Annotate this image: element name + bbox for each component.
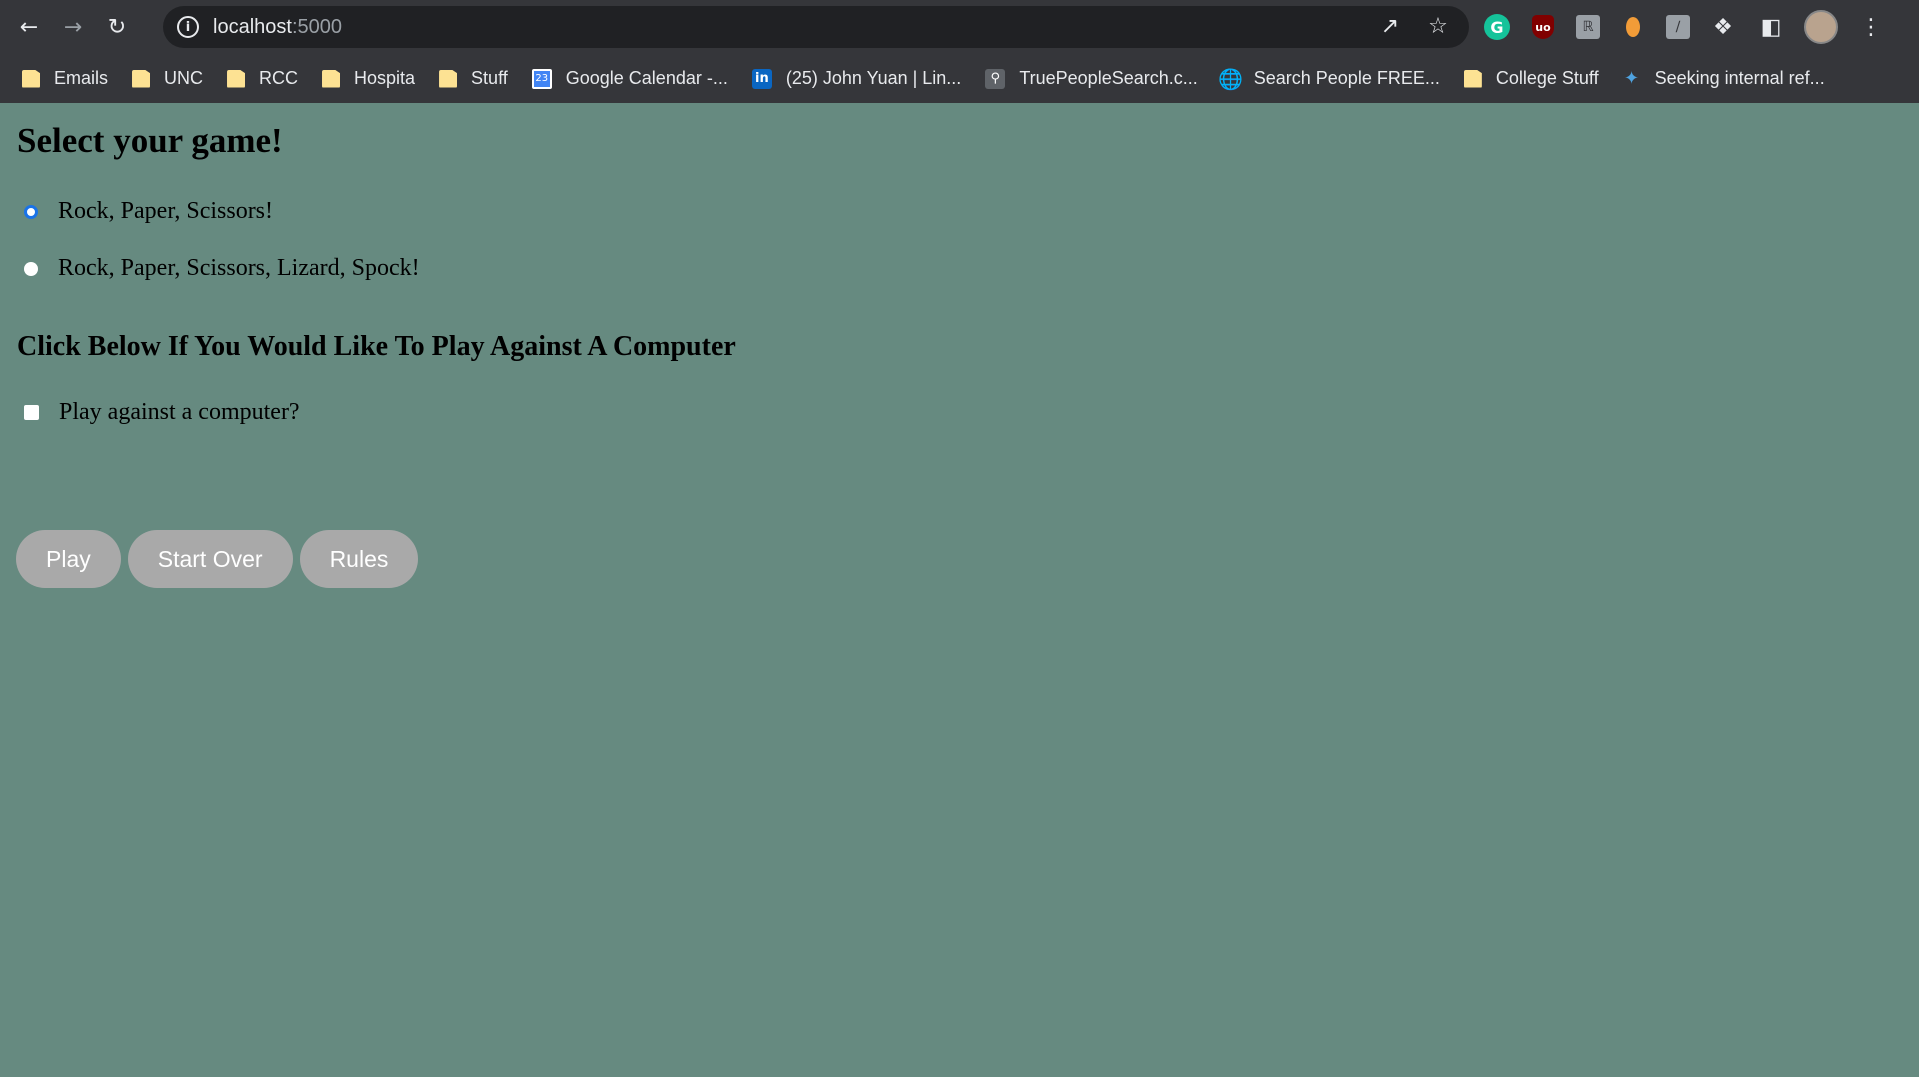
orange-extension-icon[interactable] xyxy=(1618,12,1648,42)
kebab-menu-icon[interactable]: ⋮ xyxy=(1856,12,1886,42)
url-port: :5000 xyxy=(291,15,342,38)
play-button[interactable]: Play xyxy=(16,530,121,588)
bookmark-google-calendar[interactable]: 23 Google Calendar -... xyxy=(531,68,728,89)
browser-chrome: ← → ↻ i localhost:5000 ↗ ☆ G uo ℝ ∕ ❖ ◧ … xyxy=(0,0,1919,103)
extensions-area: G uo ℝ ∕ ❖ ◧ ⋮ xyxy=(1484,10,1886,44)
bookmark-label: TruePeopleSearch.c... xyxy=(1019,68,1198,88)
bookmark-label: Search People FREE... xyxy=(1253,68,1440,88)
folder-icon xyxy=(132,69,151,88)
bookmark-stuff[interactable]: Stuff xyxy=(439,68,508,89)
radio-label: Rock, Paper, Scissors, Lizard, Spock! xyxy=(58,255,420,281)
forward-arrow-icon[interactable]: → xyxy=(58,12,88,42)
bookmark-rcc[interactable]: RCC xyxy=(227,68,298,89)
bookmark-truepeoplesearch[interactable]: ⚲ TruePeopleSearch.c... xyxy=(985,68,1198,89)
folder-icon xyxy=(227,69,246,88)
bookmark-label: (25) John Yuan | Lin... xyxy=(785,68,962,88)
bookmark-label: Seeking internal ref... xyxy=(1654,68,1825,88)
side-panel-icon[interactable]: ◧ xyxy=(1756,12,1786,42)
computer-checkbox[interactable] xyxy=(24,405,39,420)
back-arrow-icon[interactable]: ← xyxy=(14,12,44,42)
browser-toolbar: ← → ↻ i localhost:5000 ↗ ☆ G uo ℝ ∕ ❖ ◧ … xyxy=(0,0,1919,54)
url-host: localhost xyxy=(213,15,292,38)
game-option-rps[interactable]: Rock, Paper, Scissors! xyxy=(24,198,273,225)
search-icon: ⚲ xyxy=(985,68,1006,89)
bookmark-label: Emails xyxy=(54,68,109,88)
reload-icon[interactable]: ↻ xyxy=(102,12,132,42)
game-option-rpsls[interactable]: Rock, Paper, Scissors, Lizard, Spock! xyxy=(24,255,420,282)
bookmark-label: College Stuff xyxy=(1495,68,1599,88)
bookmark-label: RCC xyxy=(259,68,299,88)
bookmark-seeking-internal[interactable]: ✦ Seeking internal ref... xyxy=(1623,68,1825,89)
linkedin-icon: in xyxy=(751,68,772,89)
computer-heading: Click Below If You Would Like To Play Ag… xyxy=(17,331,736,362)
bookmark-star-icon[interactable]: ☆ xyxy=(1425,14,1451,39)
profile-avatar[interactable] xyxy=(1804,10,1838,44)
bird-icon: ✦ xyxy=(1624,68,1640,89)
radio-button[interactable] xyxy=(24,261,38,276)
url-text[interactable]: localhost:5000 xyxy=(213,16,342,39)
bookmark-label: Stuff xyxy=(471,68,508,88)
address-bar[interactable]: i localhost:5000 ↗ ☆ xyxy=(163,6,1469,48)
bookmarks-bar: Emails UNC RCC Hospita Stuff 23 Google Ca… xyxy=(0,54,1919,103)
start-over-button[interactable]: Start Over xyxy=(127,530,293,588)
bookmark-college-stuff[interactable]: College Stuff xyxy=(1463,68,1599,89)
computer-checkbox-row[interactable]: Play against a computer? xyxy=(24,399,300,426)
rules-button[interactable]: Rules xyxy=(299,530,419,588)
ublock-extension-icon[interactable]: uo xyxy=(1528,12,1558,42)
page-title: Select your game! xyxy=(17,121,283,160)
grammarly-extension-icon[interactable]: G xyxy=(1484,14,1510,40)
bookmark-search-people[interactable]: 🌐 Search People FREE... xyxy=(1218,66,1440,91)
page-content: Select your game! Rock, Paper, Scissors!… xyxy=(0,103,1919,1077)
radio-label: Rock, Paper, Scissors! xyxy=(58,198,274,224)
slash-extension-icon[interactable]: ∕ xyxy=(1666,15,1690,39)
folder-icon xyxy=(439,69,458,88)
folder-icon xyxy=(322,69,341,88)
bookmark-emails[interactable]: Emails xyxy=(22,68,108,89)
bookmark-hospita[interactable]: Hospita xyxy=(322,68,415,89)
bookmark-linkedin[interactable]: in (25) John Yuan | Lin... xyxy=(751,68,962,89)
extensions-puzzle-icon[interactable]: ❖ xyxy=(1708,12,1738,42)
globe-icon: 🌐 xyxy=(1218,66,1244,91)
folder-icon xyxy=(22,69,40,88)
bookmark-label: Google Calendar -... xyxy=(565,68,728,88)
google-calendar-icon: 23 xyxy=(531,68,552,89)
action-buttons: Play Start Over Rules xyxy=(16,530,419,588)
folder-icon xyxy=(1463,69,1482,88)
info-icon[interactable]: i xyxy=(177,16,199,38)
bookmark-unc[interactable]: UNC xyxy=(132,68,203,89)
checkbox-label: Play against a computer? xyxy=(59,399,300,425)
share-icon[interactable]: ↗ xyxy=(1377,14,1403,39)
bookmark-label: UNC xyxy=(164,68,204,88)
bookmark-label: Hospita xyxy=(354,68,416,88)
radio-button-selected[interactable] xyxy=(24,204,38,219)
extension-icon[interactable]: ℝ xyxy=(1576,15,1600,39)
